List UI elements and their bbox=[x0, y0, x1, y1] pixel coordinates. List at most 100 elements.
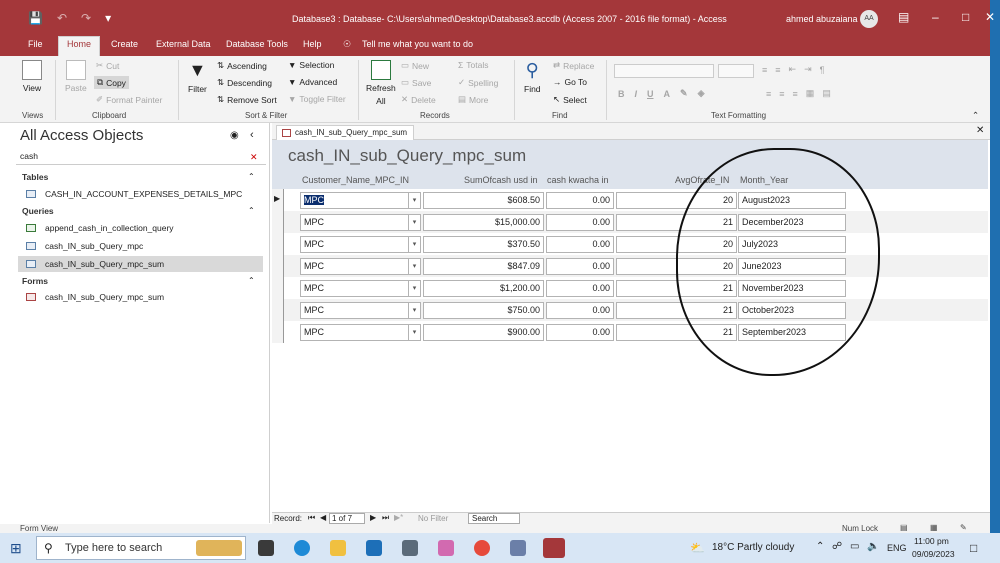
tab-help[interactable]: Help bbox=[303, 38, 322, 50]
spelling-button[interactable]: ✓ Spelling bbox=[458, 77, 498, 88]
align-center-icon[interactable]: ≡ bbox=[779, 89, 784, 99]
tab-home[interactable]: Home bbox=[58, 36, 101, 56]
more-button[interactable]: ▤ More bbox=[458, 94, 488, 105]
navpane-header[interactable]: All Access Objects bbox=[20, 127, 143, 144]
chevron-down-icon[interactable]: ▾ bbox=[408, 303, 420, 318]
weather-text[interactable]: 18°C Partly cloudy bbox=[712, 542, 794, 553]
copy-button[interactable]: ⧉ Copy bbox=[94, 76, 129, 89]
nav-item-cash-in-sub-query-mpc-sum[interactable]: cash_IN_sub_Query_mpc_sum bbox=[18, 256, 263, 272]
customer-combo[interactable]: MPC bbox=[300, 192, 421, 209]
close-document-icon[interactable]: ✕ bbox=[976, 125, 984, 136]
italic-button[interactable]: I bbox=[635, 89, 638, 99]
new-record-icon[interactable]: ▶* bbox=[394, 513, 403, 522]
chevron-down-icon[interactable]: ▾ bbox=[408, 215, 420, 230]
tab-external-data[interactable]: External Data bbox=[156, 38, 211, 50]
access-app-icon[interactable] bbox=[543, 538, 565, 558]
collapse-ribbon-icon[interactable]: ⌃ bbox=[972, 110, 979, 121]
remove-sort-button[interactable]: ⇅ Remove Sort bbox=[217, 94, 277, 105]
kwacha-field[interactable]: 0.00 bbox=[546, 214, 614, 231]
save-icon[interactable]: 💾 bbox=[28, 11, 43, 25]
new-record-button[interactable]: ▭ New bbox=[401, 60, 429, 71]
section-queries[interactable]: Queries bbox=[22, 206, 54, 216]
nav-item-cash-in-sub-query-mpc[interactable]: cash_IN_sub_Query_mpc bbox=[18, 238, 263, 254]
alternate-row-color-icon[interactable]: ▤ bbox=[822, 88, 831, 99]
record-selector[interactable] bbox=[272, 233, 284, 255]
task-view-icon[interactable] bbox=[258, 540, 274, 556]
sum-usd-field[interactable]: $15,000.00 bbox=[423, 214, 544, 231]
font-color-icon[interactable]: A bbox=[664, 89, 671, 99]
goto-button[interactable]: → Go To bbox=[553, 77, 587, 87]
kwacha-field[interactable]: 0.00 bbox=[546, 236, 614, 253]
advanced-button[interactable]: ▼ Advanced bbox=[288, 77, 337, 87]
notification-icon[interactable]: □ bbox=[970, 541, 977, 555]
windows-start-icon[interactable]: ⊞ bbox=[10, 540, 22, 557]
customer-combo[interactable]: MPC bbox=[300, 280, 421, 297]
minimize-button[interactable]: – bbox=[932, 10, 939, 24]
underline-button[interactable]: U bbox=[647, 89, 654, 99]
battery-icon[interactable]: ▭ bbox=[850, 541, 859, 552]
chevron-down-icon[interactable]: ▾ bbox=[408, 325, 420, 340]
navpane-menu-icon[interactable]: ◉ bbox=[230, 130, 239, 141]
section-forms[interactable]: Forms bbox=[22, 276, 48, 286]
no-filter-indicator[interactable]: No Filter bbox=[418, 514, 448, 523]
font-name-dropdown[interactable] bbox=[614, 64, 714, 78]
sum-usd-field[interactable]: $847.09 bbox=[423, 258, 544, 275]
paragraph-direction-icon[interactable]: ¶ bbox=[820, 65, 825, 75]
network-icon[interactable]: ☍ bbox=[832, 541, 842, 552]
tell-me-box[interactable]: Tell me what you want to do bbox=[362, 38, 473, 50]
align-left-icon[interactable]: ≡ bbox=[766, 89, 771, 99]
bullets-icon[interactable]: ≡ bbox=[762, 65, 767, 75]
ribbon-display-icon[interactable]: ▤ bbox=[898, 10, 909, 24]
sum-usd-field[interactable]: $608.50 bbox=[423, 192, 544, 209]
filter-button[interactable]: ▼ Filter bbox=[188, 60, 207, 94]
nav-item-form-cash-in-sub-query-mpc-sum[interactable]: cash_IN_sub_Query_mpc_sum bbox=[18, 289, 263, 305]
descending-button[interactable]: ⇅ Descending bbox=[217, 77, 272, 88]
gridlines-icon[interactable]: ▦ bbox=[806, 88, 815, 99]
customer-combo[interactable]: MPC bbox=[300, 324, 421, 341]
totals-button[interactable]: Σ Totals bbox=[458, 60, 488, 70]
customer-combo[interactable]: MPC bbox=[300, 258, 421, 275]
navpane-search-input[interactable]: cash bbox=[16, 151, 266, 165]
calculator-icon[interactable] bbox=[402, 540, 418, 556]
chevron-down-icon[interactable]: ▾ bbox=[408, 281, 420, 296]
sum-usd-field[interactable]: $370.50 bbox=[423, 236, 544, 253]
network-app-icon[interactable] bbox=[510, 540, 526, 556]
customer-combo[interactable]: MPC bbox=[300, 302, 421, 319]
font-size-dropdown[interactable] bbox=[718, 64, 754, 78]
next-record-icon[interactable]: ▶ bbox=[370, 513, 376, 522]
kwacha-field[interactable]: 0.00 bbox=[546, 324, 614, 341]
increase-indent-icon[interactable]: ⇥ bbox=[804, 64, 812, 75]
paste-button[interactable]: Paste bbox=[65, 60, 87, 93]
snipping-tool-icon[interactable] bbox=[438, 540, 454, 556]
design-view-icon[interactable]: ✎ bbox=[960, 523, 967, 532]
kwacha-field[interactable]: 0.00 bbox=[546, 280, 614, 297]
toggle-filter-button[interactable]: ▼ Toggle Filter bbox=[288, 94, 346, 104]
file-explorer-icon[interactable] bbox=[330, 540, 346, 556]
sum-usd-field[interactable]: $750.00 bbox=[423, 302, 544, 319]
kwacha-field[interactable]: 0.00 bbox=[546, 192, 614, 209]
volume-icon[interactable]: 🔈 bbox=[867, 541, 879, 552]
chrome-icon[interactable] bbox=[474, 540, 490, 556]
edge-icon[interactable] bbox=[294, 540, 310, 556]
ascending-button[interactable]: ⇅ Ascending bbox=[217, 60, 267, 71]
tab-database-tools[interactable]: Database Tools bbox=[226, 38, 288, 50]
first-record-icon[interactable]: ⏮ bbox=[308, 513, 315, 523]
clock-time[interactable]: 11:00 pm bbox=[914, 536, 949, 546]
mail-icon[interactable] bbox=[366, 540, 382, 556]
delete-button[interactable]: ✕ Delete bbox=[401, 94, 436, 105]
chevron-down-icon[interactable]: ▾ bbox=[408, 259, 420, 274]
kwacha-field[interactable]: 0.00 bbox=[546, 258, 614, 275]
close-button[interactable]: ✕ bbox=[985, 10, 995, 24]
find-button[interactable]: ⚲ Find bbox=[524, 60, 541, 94]
redo-icon[interactable]: ↷ bbox=[81, 11, 91, 25]
current-record-input[interactable]: 1 of 7 bbox=[329, 513, 365, 524]
layout-view-icon[interactable]: ▦ bbox=[930, 523, 938, 532]
section-tables[interactable]: Tables bbox=[22, 172, 48, 182]
chevron-up-icon[interactable]: ⌃ bbox=[248, 206, 255, 215]
sum-usd-field[interactable]: $1,200.00 bbox=[423, 280, 544, 297]
nav-item-append-query[interactable]: append_cash_in_collection_query bbox=[18, 220, 263, 236]
record-selector[interactable] bbox=[272, 211, 284, 233]
save-record-button[interactable]: ▭ Save bbox=[401, 77, 431, 88]
user-name[interactable]: ahmed abuzaiana bbox=[786, 14, 858, 24]
clear-filter-icon[interactable]: ✕ bbox=[250, 152, 258, 163]
